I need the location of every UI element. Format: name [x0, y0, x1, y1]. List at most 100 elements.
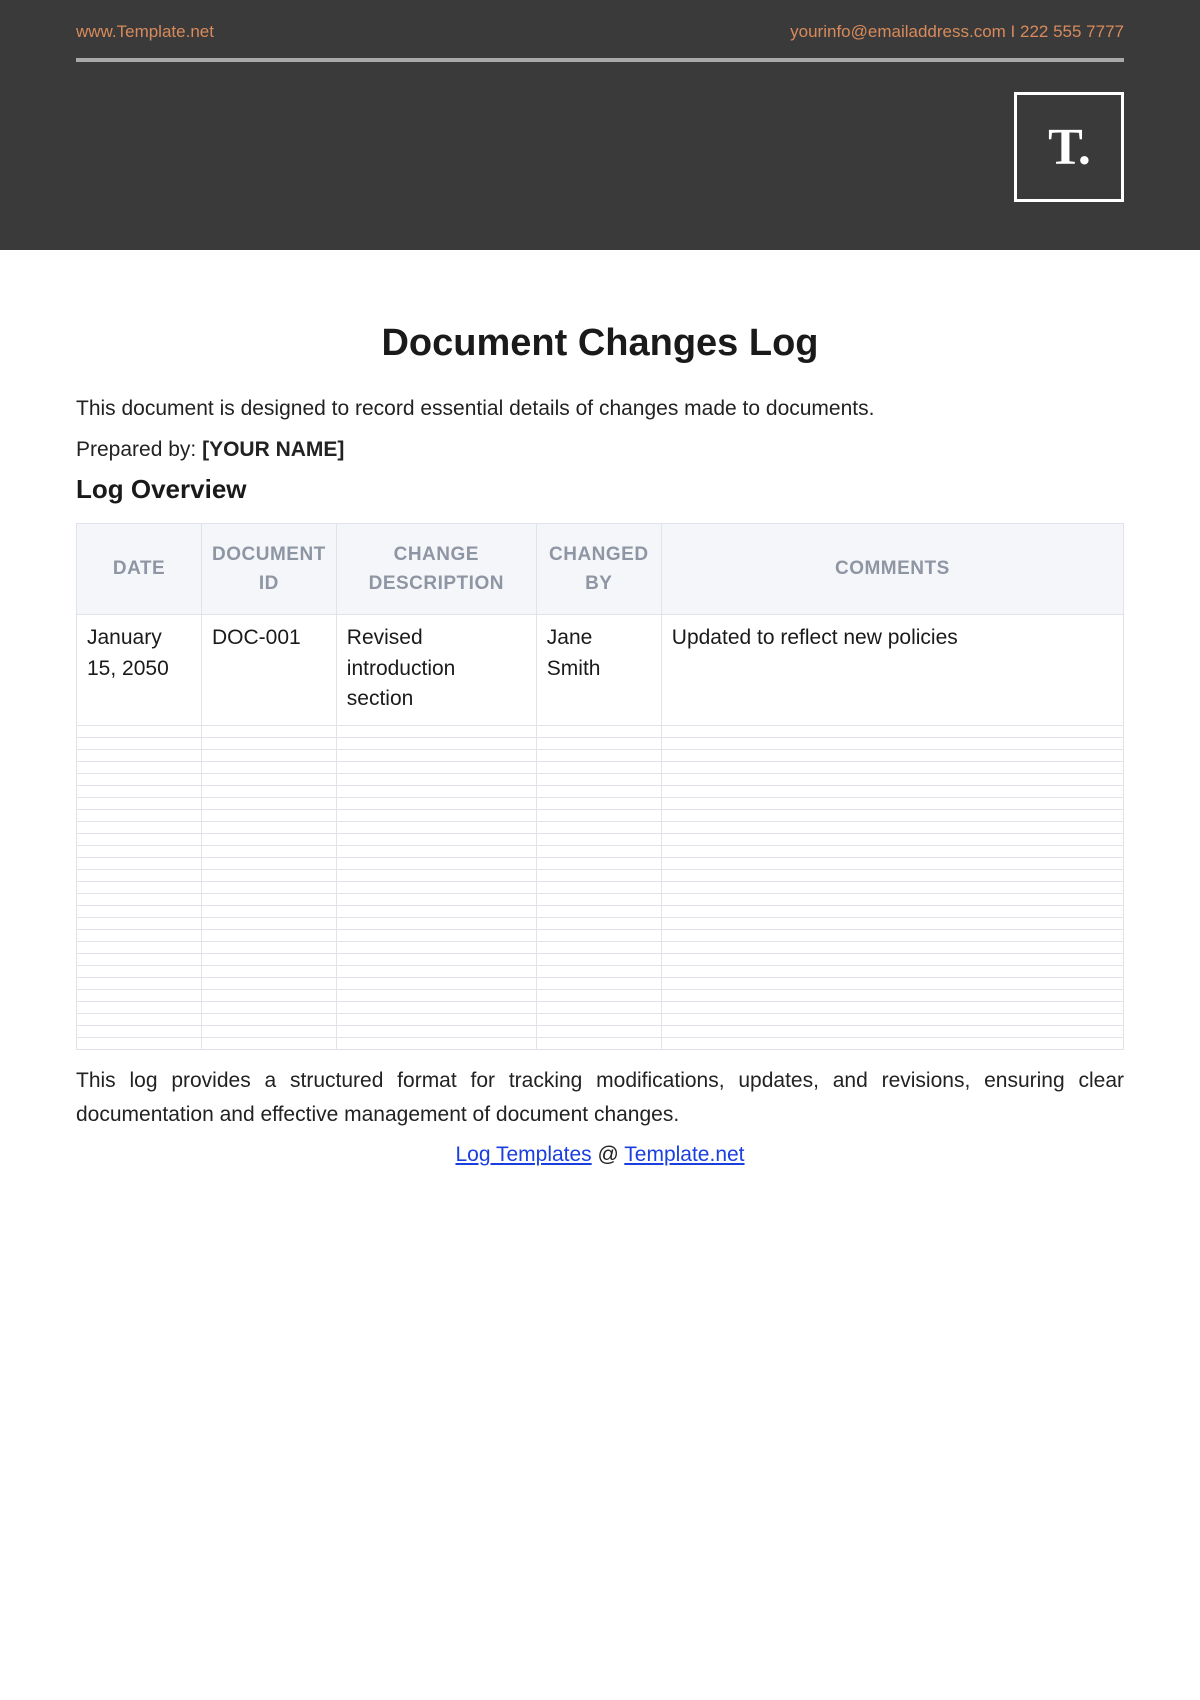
cell-empty [336, 929, 536, 941]
cell-empty [536, 773, 661, 785]
outro-text: This log provides a structured format fo… [76, 1064, 1124, 1133]
cell-empty [202, 773, 337, 785]
header-band: www.Template.net yourinfo@emailaddress.c… [0, 0, 1200, 250]
cell-empty [336, 953, 536, 965]
table-row [77, 965, 1124, 977]
cell-empty [202, 1001, 337, 1013]
table-row [77, 977, 1124, 989]
table-row [77, 929, 1124, 941]
cell-empty [336, 869, 536, 881]
cell-empty [336, 725, 536, 737]
cell-empty [202, 953, 337, 965]
cell-empty [536, 941, 661, 953]
cell-empty [536, 761, 661, 773]
cell-empty [536, 869, 661, 881]
contact-phone: 222 555 7777 [1020, 22, 1124, 41]
cell-empty [536, 977, 661, 989]
cell-empty [536, 905, 661, 917]
cell-empty [77, 1013, 202, 1025]
cell-empty [536, 749, 661, 761]
cell-empty [336, 845, 536, 857]
cell-empty [202, 1037, 337, 1049]
cell-empty [661, 917, 1123, 929]
cell-empty [661, 869, 1123, 881]
cell-empty [202, 785, 337, 797]
table-row [77, 953, 1124, 965]
cell-empty [77, 989, 202, 1001]
cell-empty [536, 965, 661, 977]
cell-empty [336, 1001, 536, 1013]
cell-empty [77, 725, 202, 737]
cell-empty [202, 881, 337, 893]
page-title: Document Changes Log [76, 322, 1124, 365]
cell-empty [661, 929, 1123, 941]
table-row [77, 869, 1124, 881]
cell-empty [536, 1001, 661, 1013]
cell-empty [77, 785, 202, 797]
site-link[interactable]: www.Template.net [76, 22, 214, 42]
cell-empty [77, 833, 202, 845]
cell-empty [661, 905, 1123, 917]
cell-empty [661, 953, 1123, 965]
table-row [77, 881, 1124, 893]
cell-empty [336, 773, 536, 785]
col-header-comments: COMMENTS [661, 523, 1123, 615]
cell-empty [202, 857, 337, 869]
col-header-by: CHANGED BY [536, 523, 661, 615]
cell-empty [202, 941, 337, 953]
cell-empty [336, 905, 536, 917]
table-row [77, 1001, 1124, 1013]
cell-empty [336, 1013, 536, 1025]
cell-empty [536, 953, 661, 965]
table-row [77, 893, 1124, 905]
prepared-by: Prepared by: [YOUR NAME] [76, 438, 1124, 462]
cell-empty [536, 809, 661, 821]
footer-link-site[interactable]: Template.net [624, 1143, 744, 1166]
cell-empty [77, 1025, 202, 1037]
cell-empty [661, 1013, 1123, 1025]
section-heading: Log Overview [76, 474, 1124, 505]
cell-empty [77, 917, 202, 929]
cell-empty [661, 821, 1123, 833]
cell-empty [536, 737, 661, 749]
cell-empty [536, 725, 661, 737]
cell-empty [77, 881, 202, 893]
header-top-bar: www.Template.net yourinfo@emailaddress.c… [76, 0, 1124, 62]
table-row [77, 821, 1124, 833]
cell-empty [536, 881, 661, 893]
table-row [77, 737, 1124, 749]
header-logo-row: T. [0, 62, 1200, 250]
col-header-id: DOCUMENT ID [202, 523, 337, 615]
cell-empty [661, 833, 1123, 845]
cell-empty [536, 857, 661, 869]
cell-empty [202, 905, 337, 917]
cell-empty [536, 821, 661, 833]
cell-empty [536, 1037, 661, 1049]
cell-empty [77, 905, 202, 917]
table-row [77, 761, 1124, 773]
cell-empty [336, 941, 536, 953]
cell-empty [77, 809, 202, 821]
table-row [77, 749, 1124, 761]
cell-empty [661, 761, 1123, 773]
footer-link-templates[interactable]: Log Templates [455, 1143, 591, 1166]
footer-at: @ [592, 1143, 625, 1166]
footer-links: Log Templates @ Template.net [76, 1143, 1124, 1167]
cell-empty [336, 1025, 536, 1037]
logo-icon: T. [1014, 92, 1124, 202]
cell-empty [661, 809, 1123, 821]
cell-empty [336, 965, 536, 977]
cell-empty [77, 965, 202, 977]
cell-empty [336, 893, 536, 905]
cell-empty [661, 941, 1123, 953]
table-header-row: DATE DOCUMENT ID CHANGE DESCRIPTION CHAN… [77, 523, 1124, 615]
cell-empty [202, 917, 337, 929]
cell-empty [77, 929, 202, 941]
cell-empty [202, 749, 337, 761]
cell-empty [336, 809, 536, 821]
cell-empty [336, 881, 536, 893]
cell-empty [661, 749, 1123, 761]
cell-empty [77, 1037, 202, 1049]
cell-empty [77, 941, 202, 953]
cell-empty [77, 737, 202, 749]
